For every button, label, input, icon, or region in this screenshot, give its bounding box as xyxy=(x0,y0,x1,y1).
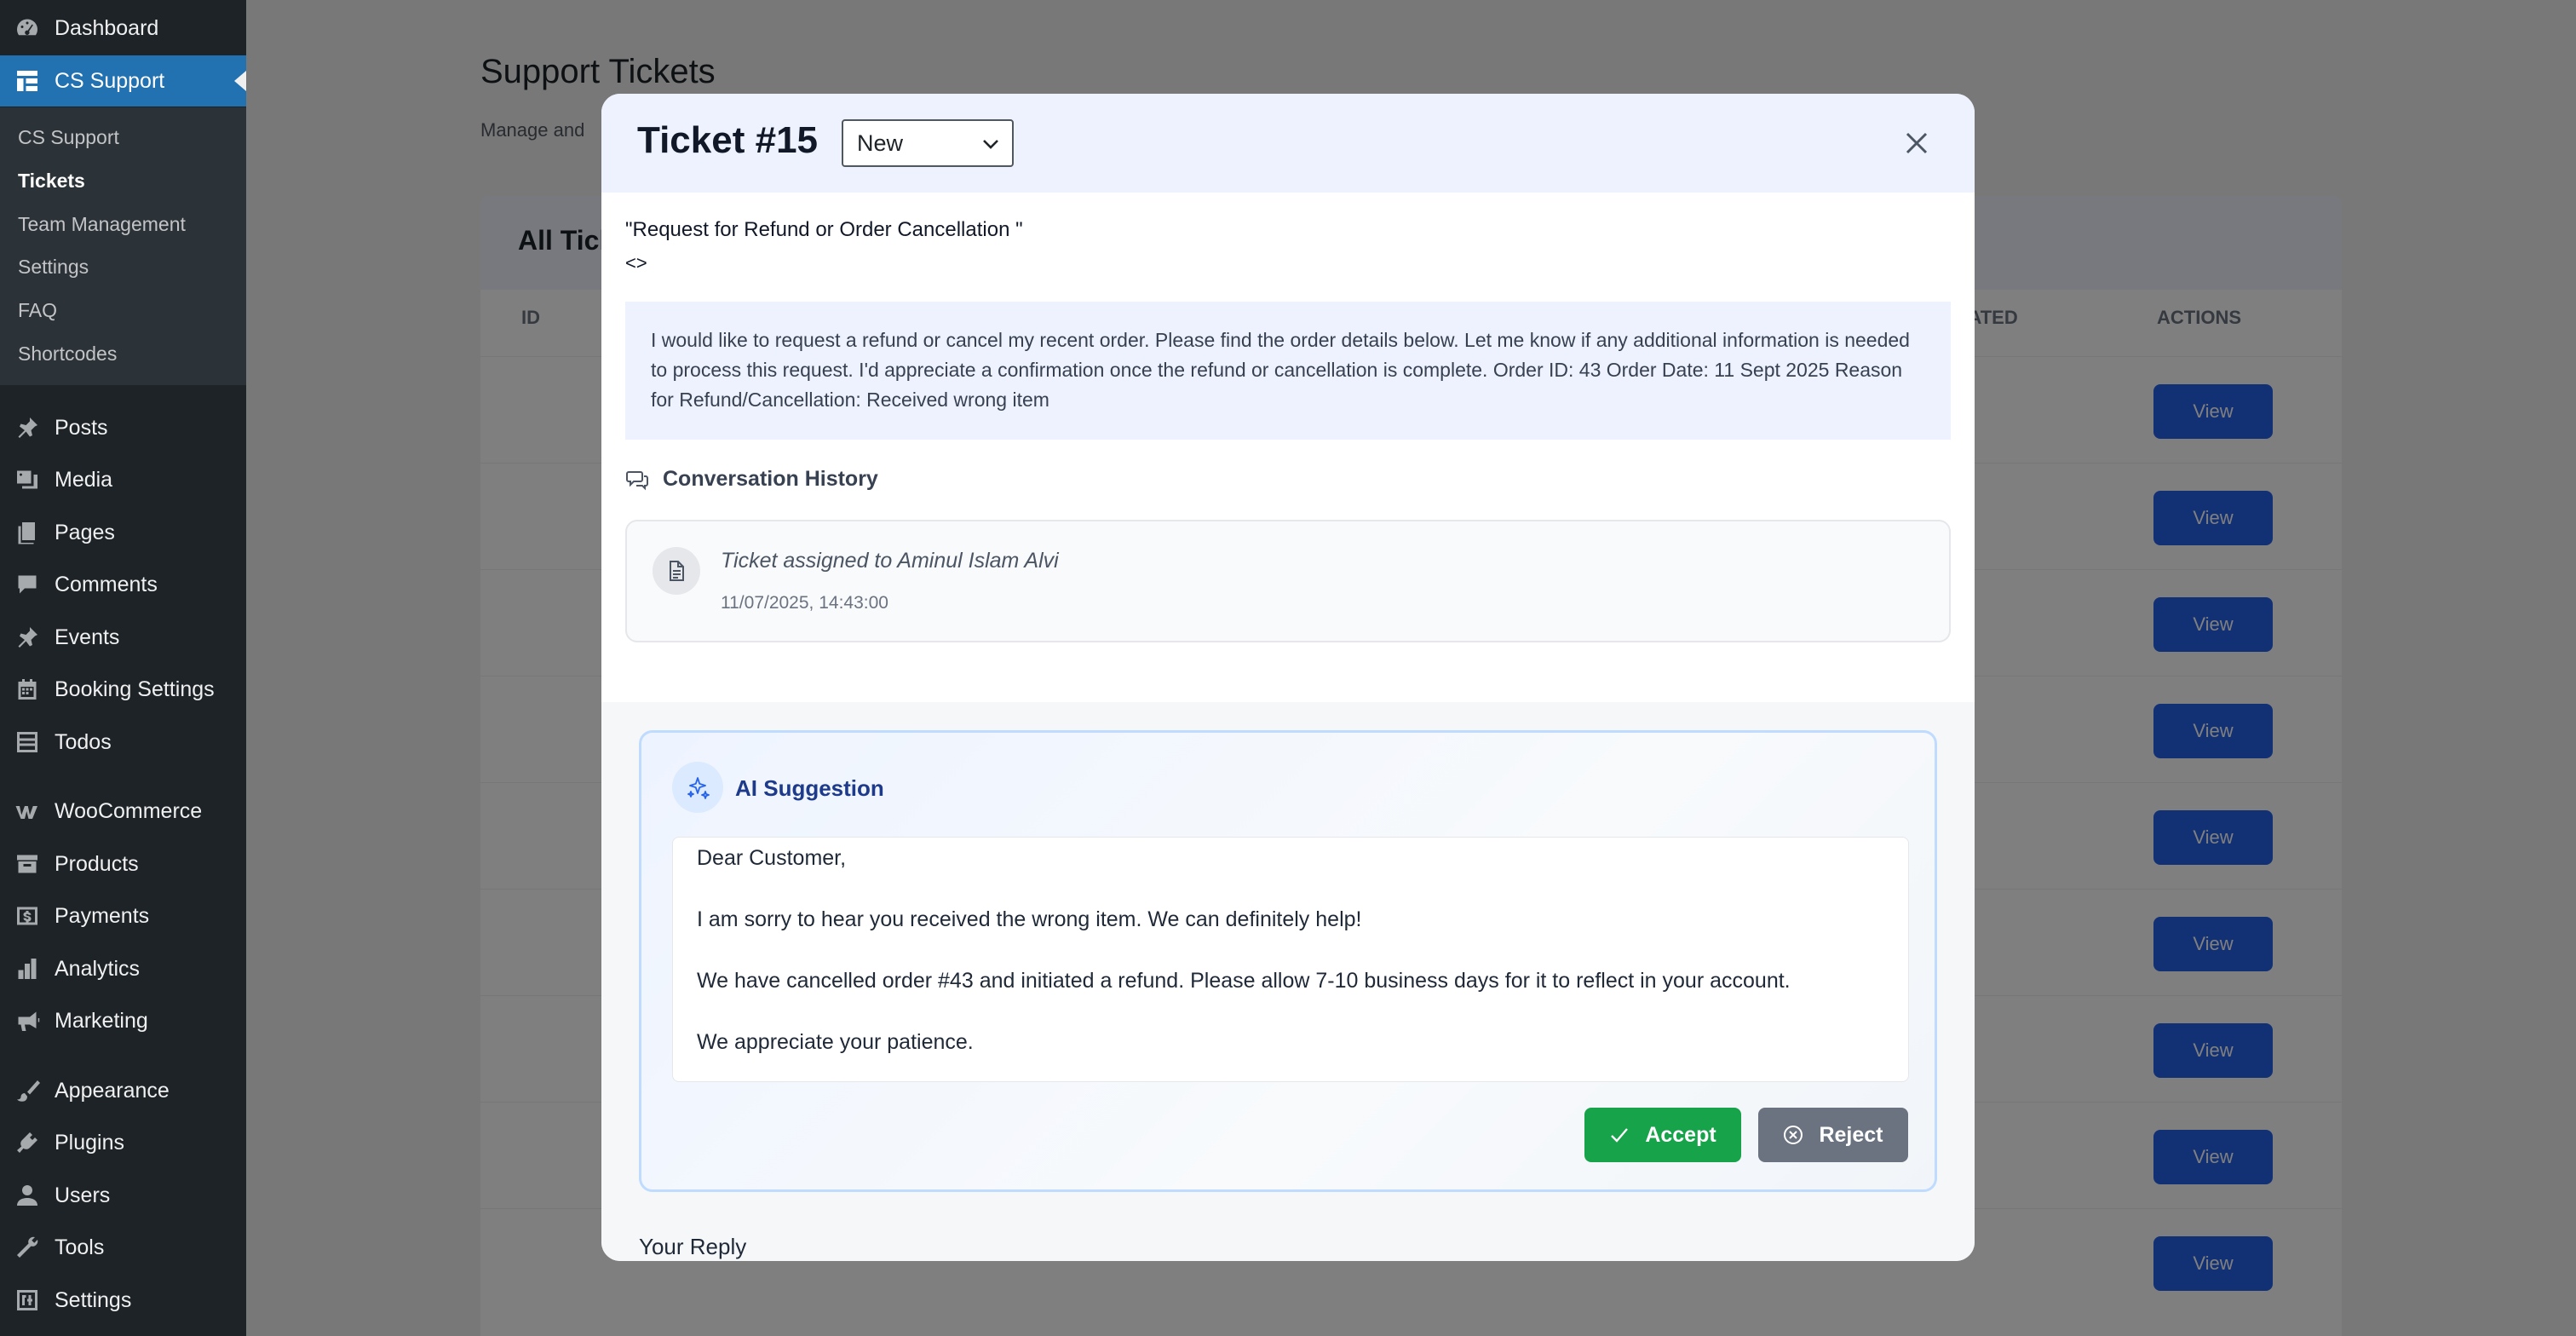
reject-button[interactable]: Reject xyxy=(1758,1108,1908,1162)
ticket-sender: <> xyxy=(625,252,647,274)
history-text: Ticket assigned to Aminul Islam Alvi xyxy=(721,549,1059,573)
chat-icon xyxy=(626,470,648,490)
sidebar-item-todos[interactable]: Todos xyxy=(0,717,246,768)
cs-support-submenu: CS Support Tickets Team Management Setti… xyxy=(0,107,246,385)
sidebar-item-tools[interactable]: Tools xyxy=(0,1222,246,1273)
ticket-modal: Ticket #15 New "Request for Refund or Or… xyxy=(601,94,1975,1261)
ticket-subject: "Request for Refund or Order Cancellatio… xyxy=(625,218,1023,241)
ai-suggestion-panel: AI Suggestion Dear Customer, I am sorry … xyxy=(639,730,1937,1192)
list-icon xyxy=(13,728,42,757)
pin-icon xyxy=(13,413,42,442)
pages-icon xyxy=(13,518,42,547)
submenu-cs-support[interactable]: CS Support xyxy=(18,126,119,149)
sidebar-item-label: Tools xyxy=(55,1235,105,1259)
sidebar-item-label: WooCommerce xyxy=(55,798,203,823)
sidebar-item-analytics[interactable]: Analytics xyxy=(0,943,246,994)
bar-chart-icon xyxy=(13,954,42,983)
conversation-history-title: Conversation History xyxy=(663,467,878,491)
sidebar-item-label: Media xyxy=(55,467,113,492)
sidebar-item-comments[interactable]: Comments xyxy=(0,559,246,610)
dashboard-icon xyxy=(13,14,42,43)
submenu-tickets[interactable]: Tickets xyxy=(18,170,85,193)
sidebar-item-settings[interactable]: Settings xyxy=(0,1275,246,1326)
sidebar-item-label: Booking Settings xyxy=(55,677,215,701)
sidebar-item-products[interactable]: Products xyxy=(0,838,246,890)
sidebar-item-label: Todos xyxy=(55,729,112,754)
sidebar-item-label: Plugins xyxy=(55,1130,124,1155)
modal-header: Ticket #15 New xyxy=(601,94,1975,193)
sidebar-item-label: Comments xyxy=(55,572,158,596)
sidebar-item-label: Events xyxy=(55,625,120,649)
user-icon xyxy=(13,1181,42,1210)
calendar-icon xyxy=(13,675,42,704)
sidebar-item-media[interactable]: Media xyxy=(0,454,246,505)
close-icon xyxy=(1906,132,1928,154)
sidebar-item-cs-support[interactable]: CS Support xyxy=(0,55,246,107)
sidebar-item-booking-settings[interactable]: Booking Settings xyxy=(0,664,246,715)
accept-label: Accept xyxy=(1645,1122,1716,1147)
sidebar-item-dashboard[interactable]: Dashboard xyxy=(0,3,246,54)
sidebar-item-payments[interactable]: Payments xyxy=(0,890,246,942)
status-select[interactable]: New xyxy=(842,119,1014,167)
sidebar-item-label: Payments xyxy=(55,903,150,928)
brush-icon xyxy=(13,1076,42,1105)
pin-icon xyxy=(13,623,42,652)
check-icon xyxy=(1611,1128,1629,1143)
settings-icon xyxy=(13,1286,42,1315)
ticket-title: Ticket #15 xyxy=(637,119,819,161)
close-button[interactable] xyxy=(1901,128,1932,158)
ai-suggestion-textarea[interactable]: Dear Customer, I am sorry to hear you re… xyxy=(672,837,1909,1082)
sidebar-item-label: Pages xyxy=(55,520,115,544)
sidebar-item-label: CS Support xyxy=(55,68,165,93)
wrench-icon xyxy=(13,1233,42,1262)
sidebar-item-label: Marketing xyxy=(55,1008,148,1033)
x-circle-icon xyxy=(1784,1126,1803,1144)
sparkle-icon xyxy=(672,762,723,813)
comment-icon xyxy=(13,570,42,599)
megaphone-icon xyxy=(13,1006,42,1035)
archive-icon xyxy=(13,849,42,878)
sidebar-item-label: Appearance xyxy=(55,1078,170,1103)
submenu-settings[interactable]: Settings xyxy=(18,256,89,279)
ai-suggestion-title: AI Suggestion xyxy=(735,775,884,801)
sidebar-item-posts[interactable]: Posts xyxy=(0,402,246,453)
submenu-faq[interactable]: FAQ xyxy=(18,299,57,322)
sidebar-item-plugins[interactable]: Plugins xyxy=(0,1117,246,1168)
chevron-down-icon xyxy=(983,140,998,149)
sidebar-item-label: Dashboard xyxy=(55,15,159,40)
submenu-team-management[interactable]: Team Management xyxy=(18,213,186,236)
sidebar-item-woocommerce[interactable]: WooCommerce xyxy=(0,786,246,837)
reject-label: Reject xyxy=(1819,1122,1883,1147)
admin-sidebar: Dashboard CS Support CS Support Tickets … xyxy=(0,0,246,1336)
sidebar-item-label: Analytics xyxy=(55,956,141,981)
sidebar-item-pages[interactable]: Pages xyxy=(0,507,246,558)
sidebar-item-label: Users xyxy=(55,1183,111,1207)
history-timestamp: 11/07/2025, 14:43:00 xyxy=(721,593,888,613)
sidebar-item-users[interactable]: Users xyxy=(0,1170,246,1221)
accept-button[interactable]: Accept xyxy=(1584,1108,1741,1162)
your-reply-label: Your Reply xyxy=(639,1234,747,1259)
status-value: New xyxy=(857,130,904,156)
sidebar-item-label: Posts xyxy=(55,415,108,440)
plug-icon xyxy=(13,1128,42,1157)
woo-icon xyxy=(13,797,42,826)
sidebar-item-label: Products xyxy=(55,851,139,876)
sidebar-item-events[interactable]: Events xyxy=(0,612,246,663)
document-icon xyxy=(653,547,700,595)
ticket-message: I would like to request a refund or canc… xyxy=(625,302,1951,440)
conversation-history-header: Conversation History xyxy=(625,467,878,492)
sidebar-item-marketing[interactable]: Marketing xyxy=(0,995,246,1046)
reply-section: AI Suggestion Dear Customer, I am sorry … xyxy=(601,702,1975,1261)
media-icon xyxy=(13,465,42,494)
dollar-icon xyxy=(13,901,42,930)
grid-icon xyxy=(13,66,42,95)
history-entry: Ticket assigned to Aminul Islam Alvi 11/… xyxy=(625,520,1951,642)
submenu-shortcodes[interactable]: Shortcodes xyxy=(18,343,117,366)
sidebar-item-appearance[interactable]: Appearance xyxy=(0,1065,246,1116)
sidebar-item-label: Settings xyxy=(55,1287,132,1312)
